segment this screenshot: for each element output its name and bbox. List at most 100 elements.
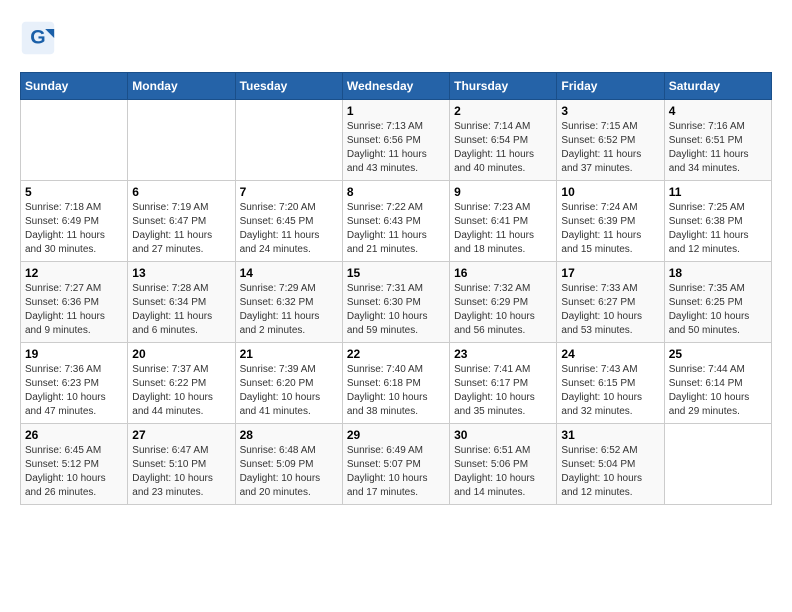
calendar-cell: 7Sunrise: 7:20 AM Sunset: 6:45 PM Daylig… xyxy=(235,181,342,262)
calendar-header: SundayMondayTuesdayWednesdayThursdayFrid… xyxy=(21,73,772,100)
calendar-cell: 6 Sunrise: 7:19 AM Sunset: 6:47 PM Daylig… xyxy=(128,181,235,262)
day-header-saturday: Saturday xyxy=(664,73,771,100)
calendar-cell: 25Sunrise: 7:44 AM Sunset: 6:14 PM Dayli… xyxy=(664,343,771,424)
day-number: 29 xyxy=(347,428,445,442)
day-header-wednesday: Wednesday xyxy=(342,73,449,100)
day-number: 25 xyxy=(669,347,767,361)
calendar-cell: 21 Sunrise: 7:39 AM Sunset: 6:20 PM Dayli… xyxy=(235,343,342,424)
day-info: Sunrise: 7:33 AM Sunset: 6:27 PM Dayligh… xyxy=(561,282,659,338)
calendar-cell: 28 Sunrise: 6:48 AM Sunset: 5:09 PM Dayli… xyxy=(235,424,342,505)
day-info: Sunrise: 7:14 AM Sunset: 6:54 PM Dayligh… xyxy=(454,120,552,176)
day-number: 30 xyxy=(454,428,552,442)
calendar-cell: 26 Sunrise: 6:45 AM Sunset: 5:12 PM Dayli… xyxy=(21,424,128,505)
calendar-cell: 12 Sunrise: 7:27 AM Sunset: 6:36 PM Dayli… xyxy=(21,262,128,343)
day-info: Sunrise: 7:40 AM Sunset: 6:18 PM Dayligh… xyxy=(347,363,445,419)
day-number: 1 xyxy=(347,104,445,118)
calendar-cell: 13 Sunrise: 7:28 AM Sunset: 6:34 PM Dayli… xyxy=(128,262,235,343)
day-number: 18 xyxy=(669,266,767,280)
calendar-cell: 31Sunrise: 6:52 AM Sunset: 5:04 PM Dayli… xyxy=(557,424,664,505)
day-number: 27 xyxy=(132,428,230,442)
calendar-cell: 4 Sunrise: 7:16 AM Sunset: 6:51 PM Daylig… xyxy=(664,100,771,181)
day-info: Sunrise: 7:32 AM Sunset: 6:29 PM Dayligh… xyxy=(454,282,552,338)
calendar-cell xyxy=(21,100,128,181)
calendar-cell: 10Sunrise: 7:24 AM Sunset: 6:39 PM Dayli… xyxy=(557,181,664,262)
day-info: Sunrise: 6:47 AM Sunset: 5:10 PM Dayligh… xyxy=(132,444,230,500)
day-info: Sunrise: 7:18 AM Sunset: 6:49 PM Dayligh… xyxy=(25,201,123,257)
day-number: 14 xyxy=(240,266,338,280)
day-number: 10 xyxy=(561,185,659,199)
day-number: 9 xyxy=(454,185,552,199)
day-info: Sunrise: 6:45 AM Sunset: 5:12 PM Dayligh… xyxy=(25,444,123,500)
calendar-cell: 18 Sunrise: 7:35 AM Sunset: 6:25 PM Dayli… xyxy=(664,262,771,343)
day-info: Sunrise: 6:48 AM Sunset: 5:09 PM Dayligh… xyxy=(240,444,338,500)
day-info: Sunrise: 7:13 AM Sunset: 6:56 PM Dayligh… xyxy=(347,120,445,176)
day-header-tuesday: Tuesday xyxy=(235,73,342,100)
calendar-cell: 3 Sunrise: 7:15 AM Sunset: 6:52 PM Daylig… xyxy=(557,100,664,181)
calendar-cell xyxy=(664,424,771,505)
day-number: 20 xyxy=(132,347,230,361)
day-info: Sunrise: 7:29 AM Sunset: 6:32 PM Dayligh… xyxy=(240,282,338,338)
day-number: 4 xyxy=(669,104,767,118)
day-info: Sunrise: 7:28 AM Sunset: 6:34 PM Dayligh… xyxy=(132,282,230,338)
day-number: 8 xyxy=(347,185,445,199)
day-info: Sunrise: 7:20 AM Sunset: 6:45 PM Dayligh… xyxy=(240,201,338,257)
calendar-cell: 16Sunrise: 7:32 AM Sunset: 6:29 PM Dayli… xyxy=(450,262,557,343)
calendar-cell: 20Sunrise: 7:37 AM Sunset: 6:22 PM Dayli… xyxy=(128,343,235,424)
calendar-cell: 9 Sunrise: 7:23 AM Sunset: 6:41 PM Daylig… xyxy=(450,181,557,262)
day-header-sunday: Sunday xyxy=(21,73,128,100)
day-number: 24 xyxy=(561,347,659,361)
calendar-week-2: 12 Sunrise: 7:27 AM Sunset: 6:36 PM Dayli… xyxy=(21,262,772,343)
day-number: 13 xyxy=(132,266,230,280)
day-number: 3 xyxy=(561,104,659,118)
calendar-cell: 11 Sunrise: 7:25 AM Sunset: 6:38 PM Dayli… xyxy=(664,181,771,262)
day-info: Sunrise: 7:39 AM Sunset: 6:20 PM Dayligh… xyxy=(240,363,338,419)
day-info: Sunrise: 7:43 AM Sunset: 6:15 PM Dayligh… xyxy=(561,363,659,419)
day-info: Sunrise: 7:41 AM Sunset: 6:17 PM Dayligh… xyxy=(454,363,552,419)
logo-icon: G xyxy=(20,20,56,56)
calendar-cell: 2 Sunrise: 7:14 AM Sunset: 6:54 PM Daylig… xyxy=(450,100,557,181)
day-info: Sunrise: 7:15 AM Sunset: 6:52 PM Dayligh… xyxy=(561,120,659,176)
calendar-cell: 14 Sunrise: 7:29 AM Sunset: 6:32 PM Dayli… xyxy=(235,262,342,343)
calendar-week-3: 19 Sunrise: 7:36 AM Sunset: 6:23 PM Dayli… xyxy=(21,343,772,424)
calendar-cell: 17 Sunrise: 7:33 AM Sunset: 6:27 PM Dayli… xyxy=(557,262,664,343)
calendar-table: SundayMondayTuesdayWednesdayThursdayFrid… xyxy=(20,72,772,505)
calendar-week-1: 5Sunrise: 7:18 AM Sunset: 6:49 PM Daylig… xyxy=(21,181,772,262)
day-number: 2 xyxy=(454,104,552,118)
calendar-cell: 19 Sunrise: 7:36 AM Sunset: 6:23 PM Dayli… xyxy=(21,343,128,424)
day-info: Sunrise: 7:36 AM Sunset: 6:23 PM Dayligh… xyxy=(25,363,123,419)
calendar-cell: 24 Sunrise: 7:43 AM Sunset: 6:15 PM Dayli… xyxy=(557,343,664,424)
day-number: 28 xyxy=(240,428,338,442)
calendar-cell: 30Sunrise: 6:51 AM Sunset: 5:06 PM Dayli… xyxy=(450,424,557,505)
day-info: Sunrise: 7:23 AM Sunset: 6:41 PM Dayligh… xyxy=(454,201,552,257)
days-of-week-row: SundayMondayTuesdayWednesdayThursdayFrid… xyxy=(21,73,772,100)
day-info: Sunrise: 7:27 AM Sunset: 6:36 PM Dayligh… xyxy=(25,282,123,338)
day-info: Sunrise: 7:19 AM Sunset: 6:47 PM Dayligh… xyxy=(132,201,230,257)
day-number: 15 xyxy=(347,266,445,280)
day-number: 17 xyxy=(561,266,659,280)
calendar-week-4: 26 Sunrise: 6:45 AM Sunset: 5:12 PM Dayli… xyxy=(21,424,772,505)
day-number: 31 xyxy=(561,428,659,442)
calendar-cell xyxy=(128,100,235,181)
calendar-cell: 29Sunrise: 6:49 AM Sunset: 5:07 PM Dayli… xyxy=(342,424,449,505)
day-header-monday: Monday xyxy=(128,73,235,100)
calendar-body: 1 Sunrise: 7:13 AM Sunset: 6:56 PM Daylig… xyxy=(21,100,772,505)
day-info: Sunrise: 7:35 AM Sunset: 6:25 PM Dayligh… xyxy=(669,282,767,338)
calendar-cell: 27 Sunrise: 6:47 AM Sunset: 5:10 PM Dayli… xyxy=(128,424,235,505)
day-number: 26 xyxy=(25,428,123,442)
day-number: 19 xyxy=(25,347,123,361)
day-number: 21 xyxy=(240,347,338,361)
logo: G xyxy=(20,20,60,56)
day-number: 6 xyxy=(132,185,230,199)
day-number: 11 xyxy=(669,185,767,199)
day-number: 12 xyxy=(25,266,123,280)
day-header-friday: Friday xyxy=(557,73,664,100)
day-info: Sunrise: 7:22 AM Sunset: 6:43 PM Dayligh… xyxy=(347,201,445,257)
day-info: Sunrise: 7:25 AM Sunset: 6:38 PM Dayligh… xyxy=(669,201,767,257)
day-info: Sunrise: 7:31 AM Sunset: 6:30 PM Dayligh… xyxy=(347,282,445,338)
page-header: G xyxy=(20,20,772,56)
day-number: 22 xyxy=(347,347,445,361)
calendar-cell: 22 Sunrise: 7:40 AM Sunset: 6:18 PM Dayli… xyxy=(342,343,449,424)
calendar-cell: 15 Sunrise: 7:31 AM Sunset: 6:30 PM Dayli… xyxy=(342,262,449,343)
calendar-week-0: 1 Sunrise: 7:13 AM Sunset: 6:56 PM Daylig… xyxy=(21,100,772,181)
day-info: Sunrise: 7:16 AM Sunset: 6:51 PM Dayligh… xyxy=(669,120,767,176)
